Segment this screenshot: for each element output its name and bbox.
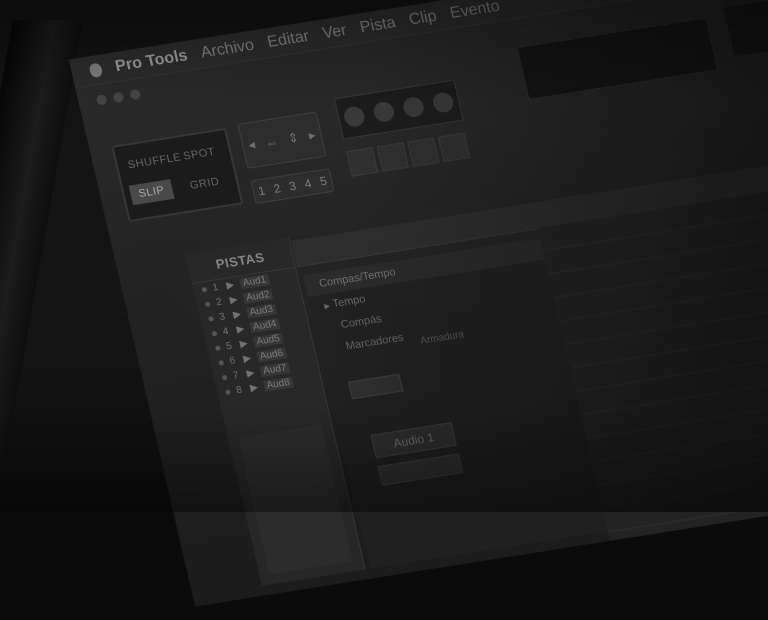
sub-counter [722, 0, 768, 58]
zoom-preset-4[interactable]: 4 [303, 176, 313, 191]
zoom-preset-3[interactable]: 3 [288, 179, 298, 194]
track-number: 4 [221, 326, 230, 338]
track-controls-row[interactable] [377, 453, 464, 486]
main-counter [516, 17, 719, 101]
track-active-icon[interactable] [218, 360, 225, 366]
tool-button[interactable] [376, 142, 410, 172]
mode-spot-button[interactable]: SPOT [182, 146, 216, 163]
track-name-field[interactable]: Audio 1 [370, 422, 457, 459]
track-number: 2 [214, 296, 223, 309]
zoom-tools-panel: ◂ ⇔ ⇕ ▸ [237, 111, 327, 169]
play-icon: ▶ [235, 323, 246, 336]
track-active-icon[interactable] [221, 374, 228, 381]
window-controls [95, 88, 142, 106]
zoomer-tool-icon[interactable] [342, 105, 367, 128]
menu-ver[interactable]: Ver [321, 21, 349, 42]
close-button[interactable] [95, 94, 108, 106]
tool-button[interactable] [437, 132, 471, 163]
play-icon: ▶ [249, 382, 260, 395]
zoom-in-arrow-icon[interactable]: ▸ [307, 127, 317, 144]
menu-evento[interactable]: Evento [448, 0, 501, 23]
apple-icon[interactable] [88, 62, 104, 78]
mode-slip-button[interactable]: SLIP [128, 179, 175, 206]
zoom-preset-2[interactable]: 2 [272, 181, 282, 196]
track-active-icon[interactable] [211, 330, 218, 337]
zoom-icon[interactable]: ⇔ [263, 133, 279, 150]
play-icon: ▶ [245, 367, 256, 380]
play-icon: ▶ [232, 308, 243, 321]
tool-button[interactable] [407, 137, 440, 167]
play-icon: ▶ [225, 279, 236, 292]
zoom-presets: 1 2 3 4 5 [250, 168, 335, 205]
pro-tools-window: Pro Tools Archivo Editar Ver Pista Clip … [68, 0, 768, 607]
menu-archivo[interactable]: Archivo [199, 36, 256, 62]
track-number: 5 [225, 340, 234, 353]
menu-clip[interactable]: Clip [407, 7, 438, 29]
tracks-empty-area [238, 424, 353, 575]
selector-tool-icon[interactable] [401, 95, 426, 119]
play-icon: ▶ [228, 294, 239, 307]
tool-button[interactable] [345, 147, 379, 177]
track-active-icon[interactable] [208, 316, 215, 322]
zoom-button[interactable] [129, 88, 142, 101]
track-number: 7 [231, 369, 240, 382]
menu-app-name[interactable]: Pro Tools [114, 47, 190, 76]
mode-shuffle-button[interactable]: SHUFFLE [127, 151, 183, 171]
track-number: 8 [235, 384, 244, 397]
edit-tools [333, 79, 464, 140]
track-number: 6 [228, 355, 237, 367]
track-active-icon[interactable] [204, 301, 211, 308]
track-active-icon[interactable] [201, 286, 208, 293]
edit-mode-panel: SHUFFLE SPOT SLIP GRID [111, 127, 244, 223]
track-active-icon[interactable] [224, 389, 232, 396]
track-number: 3 [218, 311, 227, 324]
tool-buttons-row [345, 132, 471, 177]
grabber-tool-icon[interactable] [431, 91, 456, 114]
track-number: 1 [211, 282, 220, 294]
play-icon: ▶ [242, 352, 253, 365]
play-icon: ▶ [238, 338, 249, 351]
menu-editar[interactable]: Editar [266, 27, 311, 51]
menu-pista[interactable]: Pista [358, 14, 397, 37]
minimize-button[interactable] [112, 91, 125, 103]
mode-grid-button[interactable]: GRID [189, 176, 221, 192]
zoom-vertical-icon[interactable]: ⇕ [286, 130, 300, 147]
track-height-selector[interactable] [347, 373, 404, 400]
track-name: Aud8 [262, 376, 295, 392]
trim-tool-icon[interactable] [371, 100, 397, 124]
zoom-out-arrow-icon[interactable]: ◂ [247, 137, 257, 154]
track-active-icon[interactable] [214, 345, 221, 352]
zoom-preset-1[interactable]: 1 [257, 184, 267, 199]
ruler-tempo-label: Tempo [331, 293, 367, 311]
zoom-preset-5[interactable]: 5 [318, 174, 328, 189]
